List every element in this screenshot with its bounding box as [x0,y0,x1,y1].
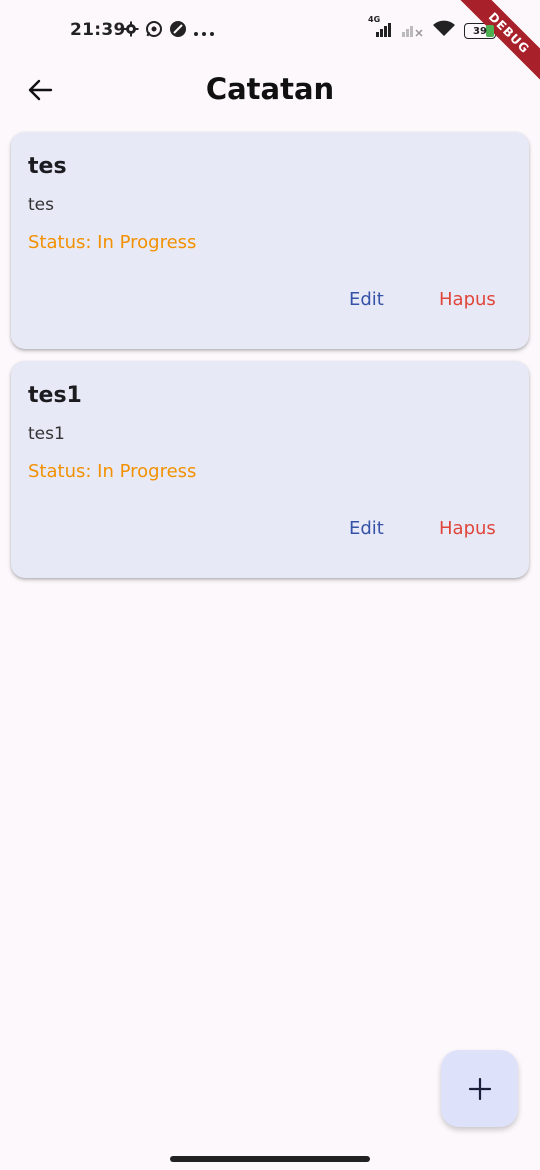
note-description: tes1 [28,424,65,444]
add-note-button[interactable] [441,1050,518,1127]
status-right-icons: 4G 39 [368,15,496,42]
notes-list: tes tes Status: In Progress Edit Hapus t… [11,132,529,590]
signal-weak-icon [402,21,424,41]
whatsapp-icon [145,20,163,42]
battery-level: 39 [473,25,487,37]
note-description: tes [28,195,54,215]
delete-button[interactable]: Hapus [439,518,496,539]
wifi-icon [432,20,456,42]
note-card: tes1 tes1 Status: In Progress Edit Hapus [11,361,529,578]
battery-icon: 39 [464,23,496,39]
note-status: Status: In Progress [28,232,197,253]
note-title: tes [28,154,67,179]
delete-button[interactable]: Hapus [439,289,496,310]
app-icon [169,20,187,42]
note-card: tes tes Status: In Progress Edit Hapus [11,132,529,349]
more-dots-icon [193,22,215,41]
network-label: 4G [368,15,381,24]
gear-icon [123,21,139,41]
page-title: Catatan [205,72,335,106]
home-indicator[interactable] [170,1156,370,1162]
note-title: tes1 [28,383,82,408]
status-time: 21:39 [70,20,126,40]
status-bar: 21:39 4G 39 [0,0,540,62]
note-status: Status: In Progress [28,461,197,482]
edit-button[interactable]: Edit [349,289,384,310]
edit-button[interactable]: Edit [349,518,384,539]
app-bar: Catatan [0,62,540,120]
status-left-icons [123,20,215,42]
plus-icon [468,1077,491,1100]
signal-4g-icon: 4G [368,15,394,41]
